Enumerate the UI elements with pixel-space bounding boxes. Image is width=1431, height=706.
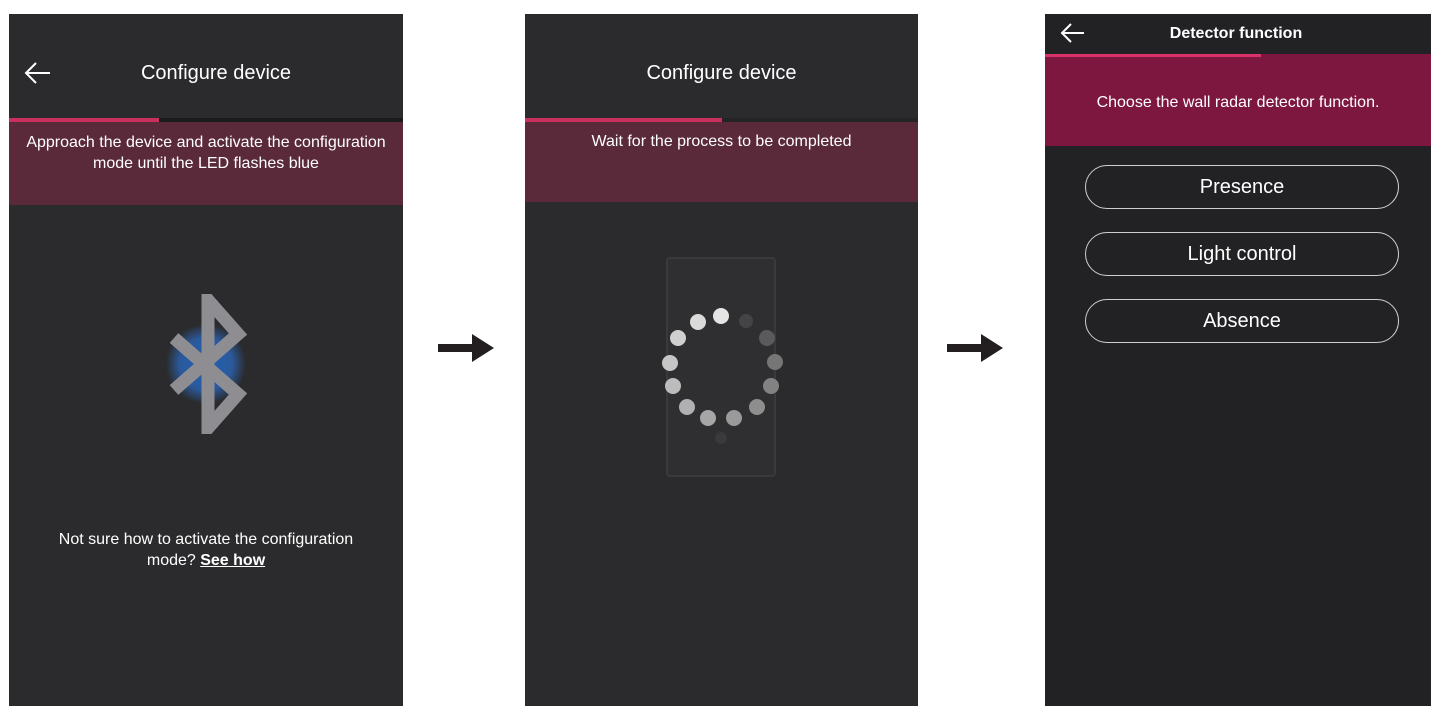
see-how-link[interactable]: See how bbox=[200, 552, 265, 569]
screen-configuring: Configure device Wait for the process to… bbox=[525, 14, 918, 706]
page-title: Detector function bbox=[1169, 25, 1303, 42]
arrow-right-icon bbox=[438, 334, 494, 367]
arrow-right-icon bbox=[947, 334, 1003, 367]
loading-spinner-icon bbox=[662, 308, 783, 444]
instruction-text: Choose the wall radar detector function. bbox=[1096, 94, 1380, 111]
option-label: Absence bbox=[1203, 309, 1281, 332]
option-label: Presence bbox=[1199, 175, 1285, 198]
help-text: Not sure how to activate the configurati… bbox=[9, 529, 403, 571]
page-title: Configure device bbox=[140, 62, 292, 84]
instruction-banner: Choose the wall radar detector function. bbox=[1045, 57, 1431, 146]
option-label: Light control bbox=[1187, 242, 1297, 265]
bluetooth-icon bbox=[156, 282, 256, 446]
instruction-banner: Approach the device and activate the con… bbox=[9, 122, 403, 205]
option-absence-button[interactable]: Absence bbox=[1085, 299, 1399, 343]
option-light-control-button[interactable]: Light control bbox=[1085, 232, 1399, 276]
screen-configure-device: Configure device Approach the device and… bbox=[9, 14, 403, 706]
screen-detector-function: Detector function Choose the wall radar … bbox=[1045, 14, 1431, 706]
instruction-text: Approach the device and activate the con… bbox=[26, 134, 386, 172]
option-presence-button[interactable]: Presence bbox=[1085, 165, 1399, 209]
